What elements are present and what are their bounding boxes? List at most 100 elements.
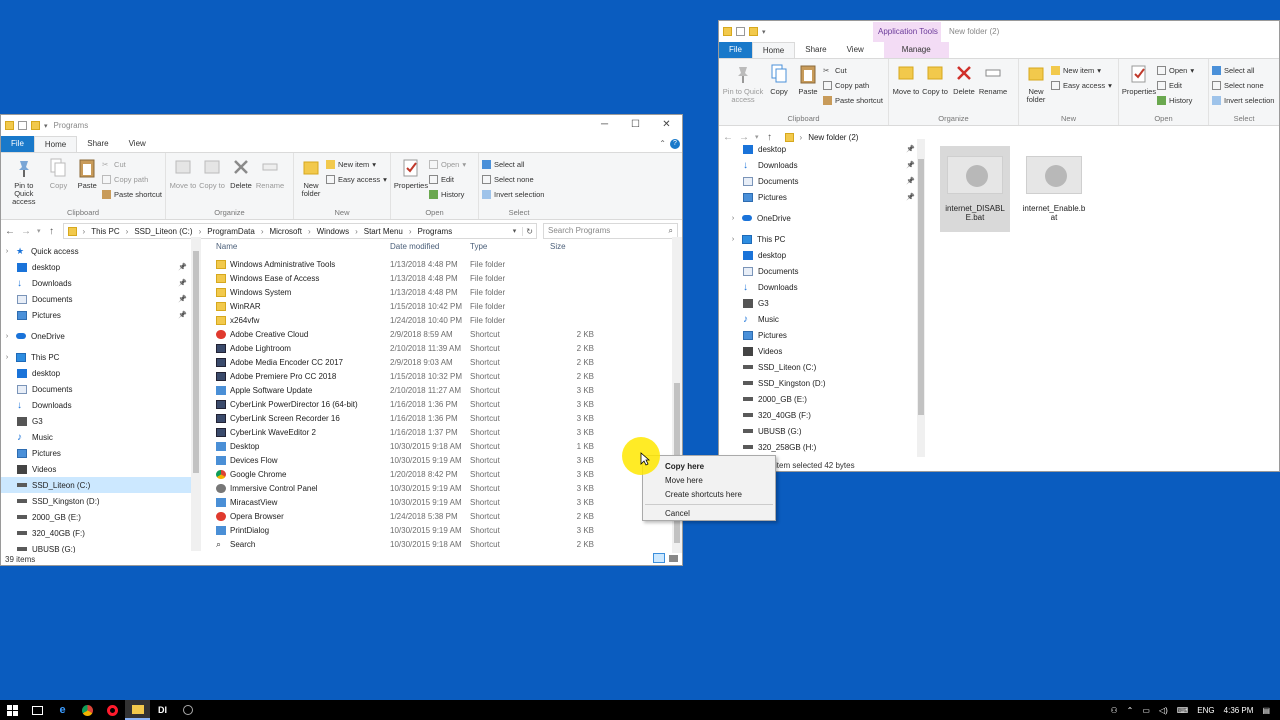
file-row[interactable]: Windows Administrative Tools 1/13/2018 4:… xyxy=(216,257,594,271)
rename-button[interactable]: Rename xyxy=(979,63,1007,96)
pin-icon[interactable]: 📌 xyxy=(906,193,915,201)
network-icon[interactable]: ▭ xyxy=(1142,706,1150,715)
nav-item[interactable]: 320_40GB (F:) xyxy=(1,525,191,541)
nav-item[interactable]: UBUSB (G:) xyxy=(727,423,919,439)
nav-scrollbar[interactable] xyxy=(191,237,201,551)
nav-item[interactable]: 2000_GB (E:) xyxy=(727,391,919,407)
file-row[interactable]: Apple Software Update 2/10/2018 11:27 AM S… xyxy=(216,383,594,397)
edit-button[interactable]: Edit xyxy=(1157,79,1194,91)
copy-to-button[interactable]: Copy to xyxy=(921,63,949,96)
file-row[interactable]: Desktop 10/30/2015 9:18 AM Shortcut 1 KB xyxy=(216,439,594,453)
nav-item[interactable]: 2000_GB (E:) xyxy=(1,509,191,525)
nav-item[interactable]: ↓ Downloads 📌 xyxy=(727,157,919,173)
file-row[interactable]: Google Chrome 1/20/2018 8:42 PM Shortcut 3 … xyxy=(216,467,594,481)
taskbar-opera[interactable] xyxy=(100,700,125,720)
copy-path-button[interactable]: Copy path xyxy=(102,173,162,185)
forward-arrow-icon[interactable]: → xyxy=(21,226,31,237)
refresh-icon[interactable]: ↻ xyxy=(522,226,536,236)
rename-button[interactable]: Rename xyxy=(256,157,284,190)
large-icons-view-icon[interactable] xyxy=(669,555,678,562)
open-button[interactable]: Open ▾ xyxy=(429,158,466,170)
select-all-button[interactable]: Select all xyxy=(1212,64,1274,76)
up-arrow-icon[interactable]: ↑ xyxy=(47,226,57,237)
nav-item[interactable]: ♪ Music xyxy=(1,429,191,445)
paste-shortcut-button[interactable]: Paste shortcut xyxy=(102,188,162,200)
copy-path-button[interactable]: Copy path xyxy=(823,79,883,91)
nav-item[interactable]: 320_40GB (F:) xyxy=(727,407,919,423)
breadcrumb-microsoft[interactable]: Microsoft xyxy=(269,227,301,236)
cut-button[interactable]: ✂ Cut xyxy=(823,64,883,76)
taskbar-chrome[interactable] xyxy=(75,700,100,720)
column-size[interactable]: Size xyxy=(550,242,594,251)
history-button[interactable]: History xyxy=(429,188,466,200)
file-row[interactable]: Adobe Lightroom 2/10/2018 11:39 AM Shortcu… xyxy=(216,341,594,355)
new-item-button[interactable]: New item ▾ xyxy=(1051,64,1112,76)
help-icon[interactable]: ? xyxy=(670,139,680,149)
nav-item[interactable]: Videos xyxy=(1,461,191,477)
file-row[interactable]: Devices Flow 10/30/2015 9:19 AM Shortcut 3 … xyxy=(216,453,594,467)
select-all-button[interactable]: Select all xyxy=(482,158,544,170)
copy-button[interactable]: Copy xyxy=(45,157,73,190)
file-row[interactable]: x264vfw 1/24/2018 10:40 PM File folder xyxy=(216,313,594,327)
taskbar-edge[interactable]: e xyxy=(50,700,75,720)
tab-home[interactable]: Home xyxy=(751,42,796,58)
pin-icon[interactable]: 📌 xyxy=(906,145,915,153)
file-row[interactable]: CyberLink PowerDirector 16 (64-bit) 1/16/… xyxy=(216,397,594,411)
nav-item[interactable]: UBUSB (G:) xyxy=(1,541,191,553)
easy-access-button[interactable]: Easy access ▾ xyxy=(326,173,387,185)
tab-home[interactable]: Home xyxy=(33,136,78,152)
address-bar[interactable]: › This PC › SSD_Liteon (C:) › ProgramDat… xyxy=(62,223,537,239)
edit-button[interactable]: Edit xyxy=(429,173,466,185)
file-row[interactable]: Windows System 1/13/2018 4:48 PM File fold… xyxy=(216,285,594,299)
copy-to-button[interactable]: Copy to xyxy=(198,157,226,190)
menu-create-shortcuts-here[interactable]: Create shortcuts here xyxy=(643,488,775,502)
chevron-down-icon[interactable]: ▾ xyxy=(44,122,48,130)
file-internet-disable-bat[interactable]: internet_DISABLE.bat xyxy=(940,146,1010,232)
file-row[interactable]: Adobe Media Encoder CC 2017 2/9/2018 9:03… xyxy=(216,355,594,369)
nav-item[interactable]: Documents 📌 xyxy=(1,291,191,307)
expand-chevron-icon[interactable]: › xyxy=(729,236,737,243)
easy-access-button[interactable]: Easy access ▾ xyxy=(1051,79,1112,91)
chevron-down-icon[interactable]: ▾ xyxy=(762,28,766,36)
new-folder-icon[interactable] xyxy=(31,121,40,130)
people-icon[interactable]: ⚇ xyxy=(1110,706,1117,715)
file-row[interactable]: Adobe Creative Cloud 2/9/2018 8:59 AM Shor… xyxy=(216,327,594,341)
select-none-button[interactable]: Select none xyxy=(482,173,544,185)
task-view-button[interactable] xyxy=(25,700,50,720)
properties-icon[interactable] xyxy=(18,121,27,130)
nav-item[interactable]: G3 xyxy=(1,413,191,429)
new-item-button[interactable]: New item ▾ xyxy=(326,158,387,170)
invert-selection-button[interactable]: Invert selection xyxy=(482,188,544,200)
breadcrumb-programs[interactable]: Programs xyxy=(418,227,453,236)
properties-button[interactable]: Properties xyxy=(394,157,428,190)
select-none-button[interactable]: Select none xyxy=(1212,79,1274,91)
chevron-down-icon[interactable]: ▾ xyxy=(37,227,41,235)
pin-icon[interactable]: 📌 xyxy=(178,279,187,287)
history-button[interactable]: History xyxy=(1157,94,1194,106)
show-hidden-icons-icon[interactable]: ⌃ xyxy=(1127,706,1134,715)
move-to-button[interactable]: Move to xyxy=(169,157,197,190)
minimize-button[interactable]: ─ xyxy=(589,115,620,135)
tab-file[interactable]: File xyxy=(719,42,752,58)
tab-file[interactable]: File xyxy=(1,136,34,152)
title-bar[interactable]: ▾ Programs ─ ☐ ✕ xyxy=(1,115,682,136)
copy-button[interactable]: Copy xyxy=(765,63,793,96)
menu-copy-here[interactable]: Copy here xyxy=(643,460,775,474)
nav-item[interactable]: Documents xyxy=(1,381,191,397)
new-folder-button[interactable]: New folder xyxy=(1022,63,1050,104)
language-indicator[interactable]: ENG xyxy=(1197,706,1214,715)
new-folder-button[interactable]: New folder xyxy=(297,157,325,198)
taskbar-file-explorer[interactable] xyxy=(125,700,150,720)
nav-item[interactable]: › ★ Quick access xyxy=(1,243,191,259)
search-input[interactable]: Search Programs ⌕ xyxy=(543,223,678,239)
nav-scrollbar-thumb[interactable] xyxy=(193,251,199,473)
keyboard-icon[interactable]: ⌨ xyxy=(1177,706,1189,715)
file-row[interactable]: Windows Ease of Access 1/13/2018 4:48 PM F… xyxy=(216,271,594,285)
file-row[interactable]: Immersive Control Panel 10/30/2015 9:19 A… xyxy=(216,481,594,495)
nav-item[interactable]: G3 xyxy=(727,295,919,311)
start-button[interactable] xyxy=(0,700,25,720)
open-button[interactable]: Open ▾ xyxy=(1157,64,1194,76)
nav-item[interactable]: desktop 📌 xyxy=(727,141,919,157)
file-row[interactable]: MiracastView 10/30/2015 9:19 AM Shortcut 3 … xyxy=(216,495,594,509)
nav-item[interactable]: SSD_Kingston (D:) xyxy=(727,375,919,391)
